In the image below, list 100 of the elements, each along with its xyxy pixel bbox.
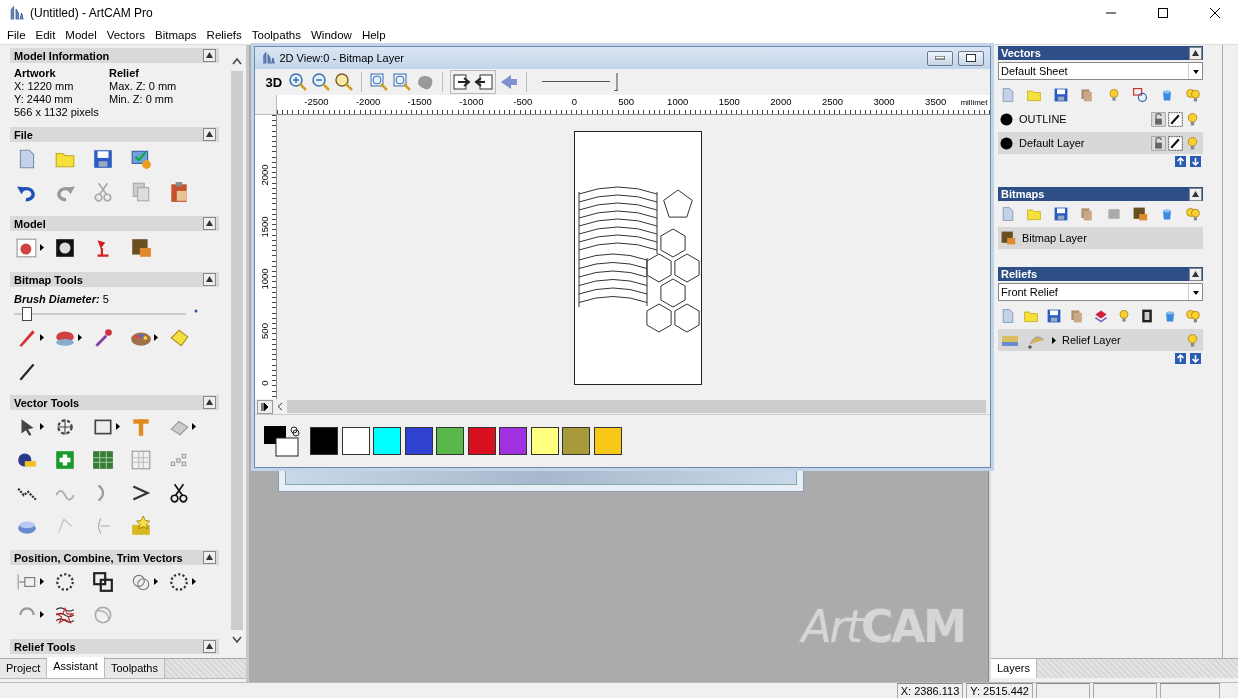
collapse-button[interactable] [1189, 187, 1202, 201]
menu-item[interactable]: Help [356, 29, 391, 41]
move-down-button[interactable] [1190, 353, 1201, 364]
dotted-circle-icon[interactable] [54, 570, 76, 593]
lightbulbs-icon[interactable] [1184, 87, 1201, 103]
grid-panel-icon[interactable] [92, 448, 114, 471]
scroll-up-icon[interactable] [231, 57, 242, 65]
restore-button[interactable] [957, 50, 984, 66]
collapse-button[interactable] [203, 128, 216, 141]
lock-icon[interactable] [1150, 134, 1167, 152]
arrow-out-icon[interactable] [474, 72, 495, 92]
collapse-button[interactable] [203, 551, 216, 564]
menu-item[interactable]: Model [60, 29, 102, 41]
collapse-button[interactable] [203, 396, 216, 409]
star-icon[interactable] [130, 514, 152, 537]
caret-icon[interactable] [154, 334, 158, 341]
color-swatch[interactable] [562, 427, 590, 455]
move-up-button[interactable] [1175, 156, 1186, 167]
move-up-button[interactable] [1175, 353, 1186, 364]
layer-row[interactable]: Default Layer [998, 132, 1203, 154]
color-swatch[interactable] [436, 427, 464, 455]
ruler-label: 500 [618, 96, 634, 107]
color-swatch[interactable] [499, 427, 527, 455]
menu-item[interactable]: Edit [30, 29, 61, 41]
caret-icon[interactable] [40, 578, 44, 585]
panel-tab[interactable]: Project [0, 659, 48, 678]
dropdown[interactable]: Default Sheet [998, 62, 1203, 80]
menu-item[interactable]: Toolpaths [246, 29, 306, 41]
color-swatch[interactable] [373, 427, 401, 455]
scrollbar-thumb[interactable] [286, 400, 986, 413]
layer-row[interactable]: Relief Layer [998, 329, 1203, 351]
menu-item[interactable]: File [2, 29, 31, 41]
color-swatch[interactable] [467, 427, 496, 455]
layer-row[interactable]: Bitmap Layer [998, 227, 1203, 249]
section-title: Model [14, 217, 46, 230]
menu-item[interactable]: Window [306, 29, 357, 41]
collapse-button[interactable] [1189, 46, 1202, 60]
dropdown-arrow-icon[interactable] [1188, 284, 1202, 300]
cross-icon[interactable] [54, 448, 76, 471]
swap-icon[interactable] [1132, 87, 1149, 103]
color-swatch[interactable] [310, 427, 338, 455]
caret-icon[interactable] [40, 423, 44, 430]
caret-icon[interactable] [40, 244, 44, 251]
zoom-box-icon[interactable] [392, 72, 413, 92]
color-swatch[interactable] [530, 427, 559, 455]
scrollbar-thumb[interactable] [230, 71, 243, 630]
color-swatch[interactable] [593, 427, 622, 455]
collapse-button[interactable] [203, 640, 216, 653]
pen-box-icon[interactable] [1167, 110, 1184, 128]
panel-tab[interactable]: Toolpaths [104, 659, 165, 678]
caret-icon[interactable] [40, 334, 44, 341]
zoom-box-icon[interactable] [369, 72, 390, 92]
pen-box-icon[interactable] [1167, 134, 1184, 152]
lightbulbs-icon[interactable] [1184, 206, 1201, 222]
menu-item[interactable]: Reliefs [201, 29, 247, 41]
lock-icon[interactable] [1150, 110, 1167, 128]
overlapping-squares-icon[interactable] [92, 570, 114, 593]
caret-icon[interactable] [40, 611, 44, 618]
panel-tab[interactable]: Layers [991, 659, 1038, 678]
collapse-button[interactable] [203, 273, 216, 286]
caret-icon[interactable] [192, 423, 196, 430]
3d-view-button[interactable]: 3D [262, 74, 286, 90]
color-swatch[interactable] [341, 427, 370, 455]
brush-slider-thumb[interactable] [22, 307, 33, 321]
arrow-in-icon[interactable] [452, 72, 473, 92]
inverted-picture-icon[interactable] [54, 236, 76, 259]
dropdown-arrow-icon[interactable] [1188, 63, 1202, 79]
lightbulbs-icon[interactable] [1185, 308, 1201, 324]
zoom-out-icon[interactable] [311, 72, 332, 92]
layer-color-dot[interactable] [1000, 112, 1013, 126]
caret-icon[interactable] [78, 334, 82, 341]
dotted-circle-icon[interactable] [168, 570, 190, 593]
collapse-button[interactable] [203, 217, 216, 230]
scissors-icon[interactable] [168, 481, 190, 504]
picture-icon[interactable] [130, 236, 152, 259]
dropdown[interactable]: Front Relief [998, 283, 1203, 301]
layer-row[interactable]: OUTLINE [998, 108, 1203, 130]
picture-icon[interactable] [1132, 206, 1149, 222]
menu-item[interactable]: Bitmaps [150, 29, 202, 41]
caret-icon[interactable] [154, 578, 158, 585]
menu-item[interactable]: Vectors [101, 29, 151, 41]
move-down-button[interactable] [1190, 156, 1201, 167]
collapse-button[interactable] [1189, 267, 1202, 281]
minimize-button[interactable] [926, 50, 953, 66]
color-swatch-icon[interactable] [262, 425, 301, 457]
clipboard-icon[interactable] [168, 180, 190, 203]
caret-icon[interactable] [1052, 336, 1056, 344]
scroll-button[interactable] [256, 399, 273, 414]
collapse-button[interactable] [203, 49, 216, 62]
zoom-in-icon[interactable] [288, 72, 309, 92]
panel-tab[interactable]: Assistant [47, 657, 105, 678]
scroll-down-icon[interactable] [231, 636, 242, 644]
layer-color-dot[interactable] [1000, 136, 1013, 150]
layers-icon[interactable] [1092, 308, 1109, 324]
caret-icon[interactable] [116, 423, 120, 430]
scroll-left-icon[interactable] [276, 402, 283, 411]
zoom-fit-icon[interactable] [334, 72, 355, 92]
framed-picture-icon[interactable] [16, 236, 38, 259]
caret-icon[interactable] [192, 578, 196, 585]
color-swatch[interactable] [404, 427, 433, 455]
